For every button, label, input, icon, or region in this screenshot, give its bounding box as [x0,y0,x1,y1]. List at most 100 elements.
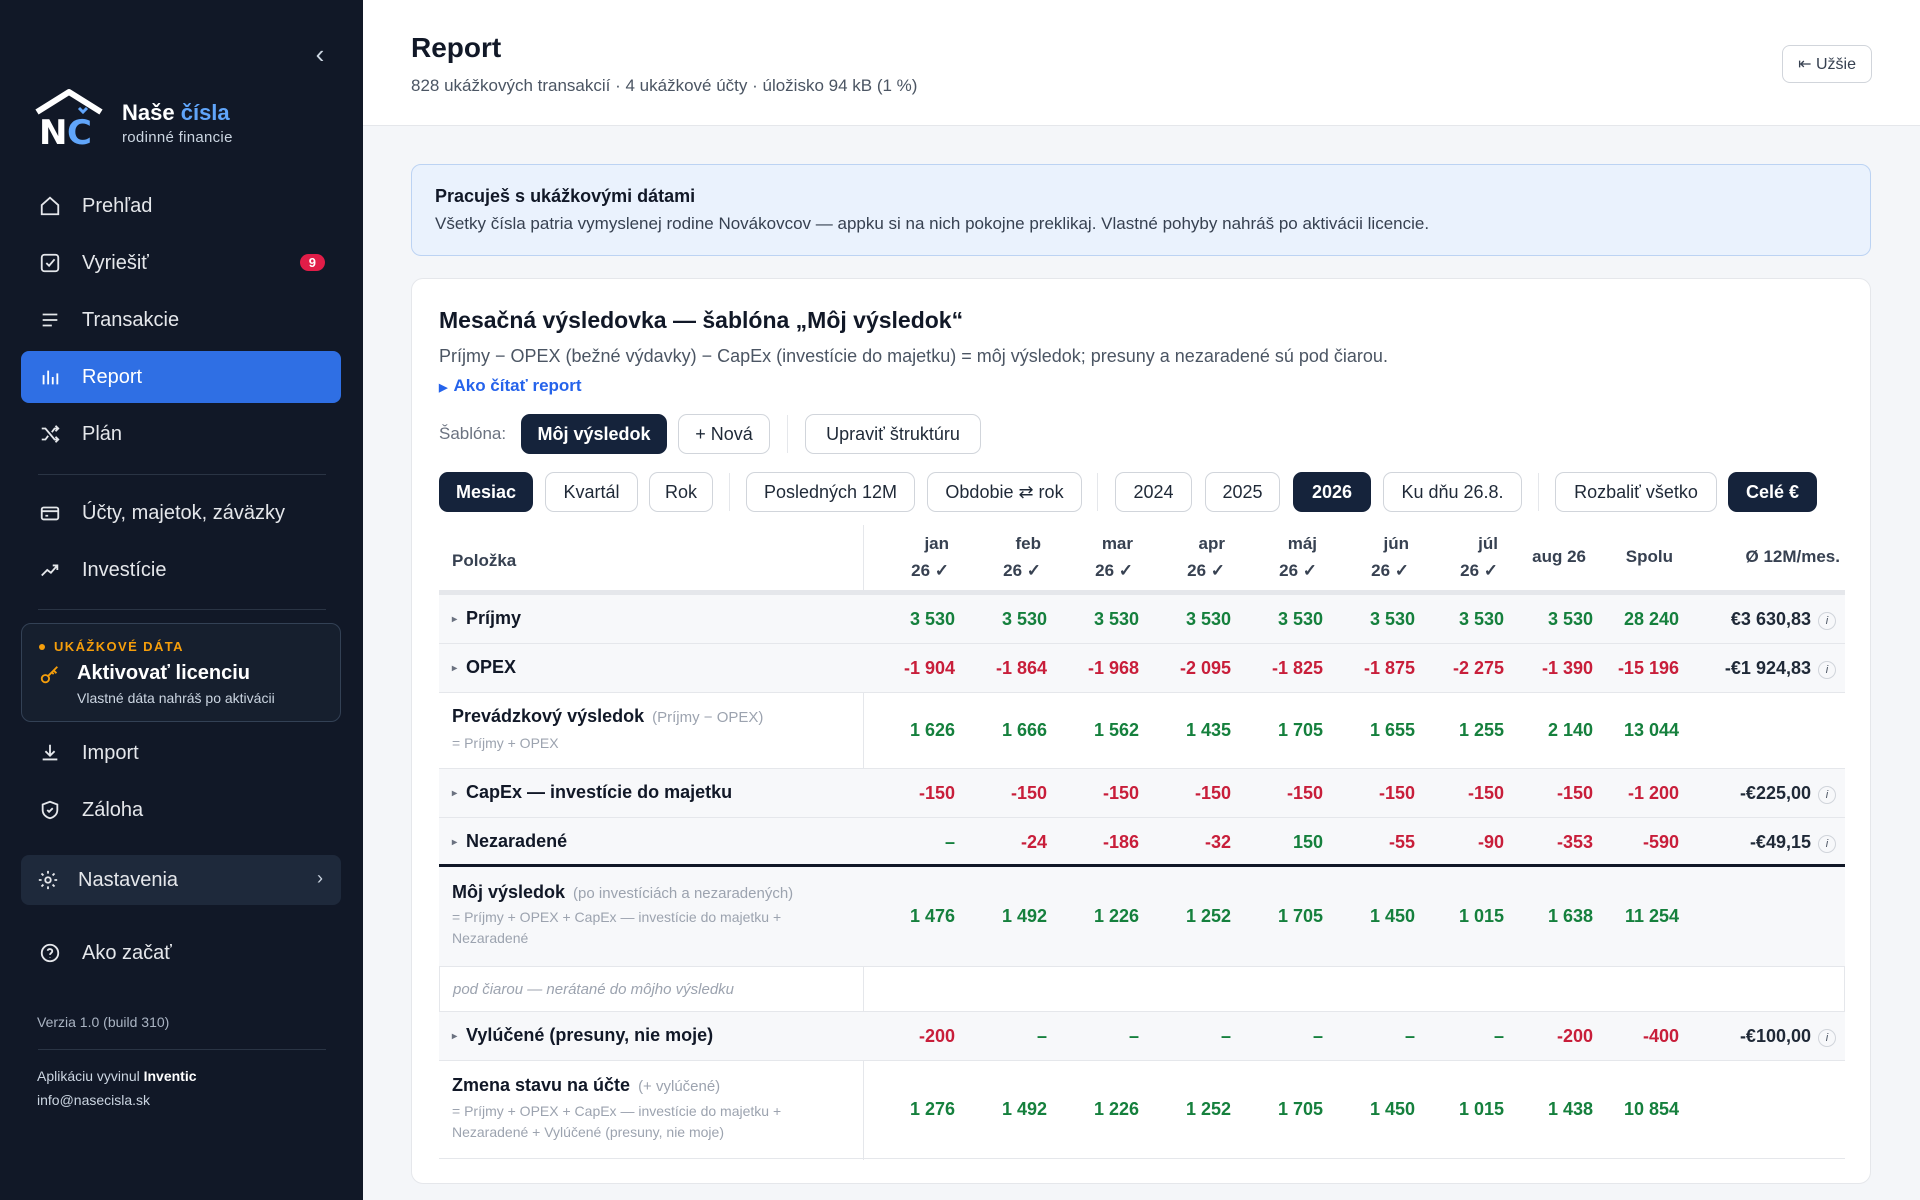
divider [729,473,730,511]
nav-import[interactable]: Import [21,727,341,779]
info-icon[interactable]: i [1818,786,1836,804]
col-header-total: Spolu [1625,547,1673,566]
info-icon[interactable]: i [1818,661,1836,679]
value-cell: 1 492 [1001,906,1047,926]
value-cell: -2 095 [1179,658,1231,678]
value-cell: 2 140 [1547,720,1593,740]
period-vs-year[interactable]: Obdobie ⇄ rok [927,472,1082,512]
nav-vyriesit[interactable]: Vyriešiť 9 [21,237,341,289]
col-header-month[interactable]: mar 26 ✓ [1049,530,1133,584]
average-cell: -€1 924,83 [1724,658,1811,678]
nav-ako-zacat[interactable]: Ako začať [21,927,341,979]
key-icon [40,666,58,684]
notice-text: Všetky čísla patria vymyslenej rodine No… [435,214,1430,233]
activate-license-card[interactable]: UKÁŽKOVÉ DÁTA Aktivovať licenciu Vlastné… [21,623,341,722]
value-cell: -150 [1556,783,1593,803]
col-header-month[interactable]: máj 26 ✓ [1233,530,1317,584]
col-header-month[interactable]: jan 26 ✓ [865,530,949,584]
expand-caret-icon[interactable]: ▸ [452,663,457,674]
checkbox-icon [38,251,62,275]
value-cell: 1 655 [1369,720,1415,740]
download-icon [38,741,62,765]
col-header-month[interactable]: jún 26 ✓ [1325,530,1409,584]
table-row[interactable]: ▸ Príjmy 3 530 3 530 3 530 3 530 3 530 3 530 3 5… [439,595,1845,644]
expand-caret-icon[interactable]: ▸ [452,788,457,799]
collapse-sidebar-icon[interactable]: ‹ [308,41,332,67]
nav-label: Vyriešiť [82,251,149,274]
row-label[interactable]: ▸ Príjmy [452,608,521,629]
row-label[interactable]: ▸ OPEX [452,657,516,678]
logo: N C [35,89,103,148]
list-icon [38,308,62,332]
nav-transakcie[interactable]: Transakcie [21,294,341,346]
row-note: (Príjmy − OPEX) [652,709,764,726]
svg-text:N: N [39,113,67,148]
year-2024[interactable]: 2024 [1115,472,1192,512]
table-row[interactable]: ▸ CapEx — investície do majetku -150 -150 -1… [439,769,1845,818]
template-new-button[interactable]: + Nová [678,414,770,454]
col-header-month[interactable]: aug 26 [1486,543,1586,570]
value-cell: -1 825 [1271,658,1323,678]
average-cell: -€225,00 [1739,783,1811,803]
nav-label: Report [82,365,143,388]
year-2025[interactable]: 2025 [1205,472,1280,512]
how-to-read-link[interactable]: ▶ Ako čítať report [439,376,582,396]
divider [38,1049,326,1050]
table-row[interactable]: ▸ OPEX -1 904 -1 864 -1 968 -2 095 -1 825 -1 87… [439,644,1845,693]
expand-caret-icon[interactable]: ▸ [452,1031,457,1042]
period-quarter[interactable]: Kvartál [545,472,638,512]
period-last-12m[interactable]: Posledných 12M [746,472,915,512]
value-cell: 1 626 [909,720,955,740]
value-cell: 1 435 [1185,720,1231,740]
period-month[interactable]: Mesiac [439,472,533,512]
value-cell: 1 705 [1277,906,1323,926]
nav-zaloha[interactable]: Záloha [21,784,341,836]
expand-caret-icon[interactable]: ▸ [452,837,457,848]
expand-caret-icon[interactable]: ▸ [452,614,457,625]
info-icon[interactable]: i [1818,612,1836,630]
credit: Aplikáciu vyvinul Inventic info@nasecisl… [37,1068,197,1108]
below-line-note: pod čiarou — nerátané do môjho výsledku [453,981,735,998]
value-cell: -150 [1010,783,1047,803]
total-cell: 13 044 [1623,720,1679,740]
settings-button[interactable]: Nastavenia › [21,855,341,905]
edit-structure-button[interactable]: Upraviť štruktúru [805,414,981,454]
nav-prehlad[interactable]: Prehľad [21,180,341,232]
nav-plan[interactable]: Plán [21,408,341,460]
nav-report[interactable]: Report [21,351,341,403]
to-date-button[interactable]: Ku dňu 26.8. [1383,472,1522,512]
page-title: Report [411,32,502,63]
value-cell: 1 276 [909,1099,955,1119]
demo-data-notice: Pracuješ s ukážkovými dátami Všetky čísl… [411,164,1871,256]
value-cell: – [1036,1026,1047,1046]
value-cell: -90 [1477,832,1504,852]
row-label[interactable]: ▸ Vylúčené (presuny, nie moje) [452,1025,713,1046]
table-row: Môj výsledok (po investíciách a nezaraden… [439,867,1845,967]
value-cell: 1 705 [1277,720,1323,740]
bar-chart-icon [38,365,62,389]
year-2026[interactable]: 2026 [1293,472,1371,512]
row-label: Zmena stavu na účte (+ vylúčené) [452,1075,721,1095]
table-row[interactable]: ▸ Nezaradené – -24 -186 -32 150 -55 -90 -353 -590 -… [439,818,1845,867]
row-label[interactable]: ▸ CapEx — investície do majetku [452,782,732,803]
report-title: Mesačná výsledovka — šablóna „Môj výsled… [439,307,964,333]
row-label[interactable]: ▸ Nezaradené [452,831,567,852]
template-moj-vysledok[interactable]: Môj výsledok [521,414,667,454]
value-cell: -353 [1556,832,1593,852]
whole-euro-toggle[interactable]: Celé € [1728,472,1817,512]
table-row[interactable]: ▸ Vylúčené (presuny, nie moje) -200 – – – – – – -… [439,1012,1845,1061]
info-icon[interactable]: i [1818,1029,1836,1047]
below-line-separator: pod čiarou — nerátané do môjho výsledku [439,967,1845,1012]
expand-all-button[interactable]: Rozbaliť všetko [1555,472,1717,512]
value-cell: – [944,832,955,852]
value-cell: -1 968 [1087,658,1139,678]
nav-ucty[interactable]: Účty, majetok, záväzky [21,487,341,539]
contact-email[interactable]: info@nasecisla.sk [37,1092,150,1108]
info-icon[interactable]: i [1818,835,1836,853]
nav-investicie[interactable]: Investície [21,544,341,596]
narrow-layout-button[interactable]: ⇤ Užšie [1782,45,1872,83]
col-header-month[interactable]: apr 26 ✓ [1141,530,1225,584]
col-header-month[interactable]: feb 26 ✓ [957,530,1041,584]
period-year[interactable]: Rok [649,472,713,512]
home-icon [38,194,62,218]
